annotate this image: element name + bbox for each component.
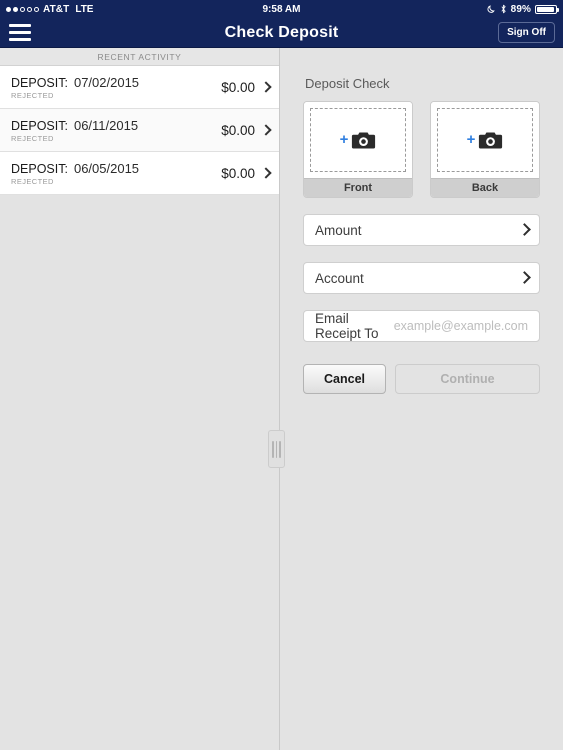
battery-percent-label: 89% [510,3,531,15]
account-field-label: Account [315,270,364,286]
deposit-check-panel: Deposit Check + Front + Back Amount Acco… [268,48,563,750]
status-badge: REJECTED [11,90,54,100]
activity-list: DEPOSIT: 07/02/2015 REJECTED $0.00 DEPOS… [0,66,279,195]
battery-icon [535,4,559,14]
capture-back-button[interactable]: + Back [430,101,540,198]
chevron-right-icon [262,168,269,179]
plus-icon: + [339,130,349,148]
email-receipt-label: Email Receipt To [315,311,379,341]
bluetooth-icon [500,4,507,14]
row-date: 07/02/2015 [73,74,140,90]
capture-back-dashed-frame: + [437,108,533,172]
chevron-right-icon [262,82,269,93]
check-capture-row: + Front + Back [303,101,540,198]
status-bar: AT&T LTE 9:58 AM 89% [0,0,563,18]
row-amount: $0.00 [221,122,255,138]
row-trailing: $0.00 [221,123,269,138]
row-type-label: DEPOSIT: [11,161,68,176]
moon-icon [487,4,496,14]
camera-icon [351,131,376,150]
email-receipt-field[interactable]: Email Receipt To example@example.com [303,310,540,342]
row-content: DEPOSIT: 07/02/2015 REJECTED [11,75,139,100]
capture-back-area: + [431,102,539,178]
status-badge: REJECTED [11,176,54,186]
capture-front-area: + [304,102,412,178]
continue-button[interactable]: Continue [395,364,540,394]
capture-back-caption: Back [431,178,539,197]
status-badge: REJECTED [11,133,54,143]
amount-field-label: Amount [315,222,362,238]
sign-off-button[interactable]: Sign Off [498,22,555,43]
row-content: DEPOSIT: 06/11/2015 REJECTED [11,118,138,143]
amount-field[interactable]: Amount [303,214,540,246]
hamburger-menu-icon[interactable] [9,24,31,41]
form-actions: Cancel Continue [303,364,540,394]
row-amount: $0.00 [221,79,255,95]
page-title: Check Deposit [224,23,339,41]
account-field[interactable]: Account [303,262,540,294]
row-date: 06/11/2015 [73,117,139,133]
capture-front-caption: Front [304,178,412,197]
status-bar-right: 89% [487,3,559,15]
recent-activity-panel: RECENT ACTIVITY DEPOSIT: 07/02/2015 REJE… [0,48,280,750]
table-row[interactable]: DEPOSIT: 06/11/2015 REJECTED $0.00 [0,109,279,152]
row-type-label: DEPOSIT: [11,75,68,90]
split-view: RECENT ACTIVITY DEPOSIT: 07/02/2015 REJE… [0,48,563,750]
capture-front-dashed-frame: + [310,108,406,172]
chevron-right-icon [520,272,528,284]
email-receipt-input[interactable]: example@example.com [394,319,528,333]
cancel-button[interactable]: Cancel [303,364,386,394]
capture-front-button[interactable]: + Front [303,101,413,198]
table-row[interactable]: DEPOSIT: 07/02/2015 REJECTED $0.00 [0,66,279,109]
activity-list-empty-area [0,195,279,750]
chevron-right-icon [520,224,528,236]
row-content: DEPOSIT: 06/05/2015 REJECTED [11,161,139,186]
status-bar-clock: 9:58 AM [262,3,301,15]
row-trailing: $0.00 [221,80,269,95]
row-date: 06/05/2015 [73,160,140,176]
row-type-label: DEPOSIT: [11,118,68,133]
split-view-drag-handle[interactable] [268,430,285,468]
chevron-right-icon [262,125,269,136]
camera-icon [478,131,503,150]
recent-activity-header: RECENT ACTIVITY [0,48,279,66]
table-row[interactable]: DEPOSIT: 06/05/2015 REJECTED $0.00 [0,152,279,195]
row-trailing: $0.00 [221,166,269,181]
deposit-check-title: Deposit Check [305,76,390,91]
plus-icon: + [466,130,476,148]
navigation-bar: Check Deposit Sign Off [0,18,563,48]
row-amount: $0.00 [221,165,255,181]
